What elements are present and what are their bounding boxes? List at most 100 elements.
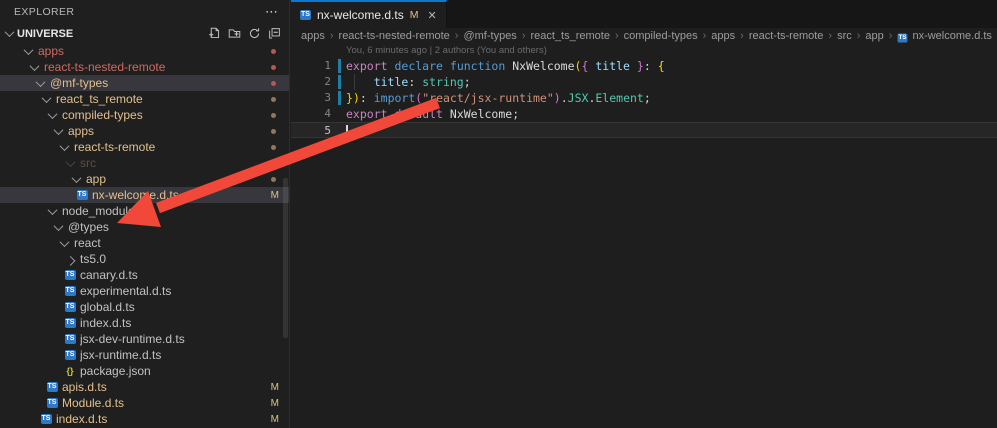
file-tree: appsreact-ts-nested-remote@mf-typesreact… (0, 43, 289, 427)
tree-item-canary-d-ts[interactable]: TScanary.d.ts (0, 267, 289, 283)
close-icon[interactable]: ✕ (427, 9, 436, 22)
tree-item-apis-d-ts[interactable]: TSapis.d.tsM (0, 379, 289, 395)
tree-item-index-d-ts[interactable]: TSindex.d.tsM (0, 411, 289, 427)
workspace-section-header[interactable]: UNIVERSE (0, 24, 289, 43)
tree-item-label: @types (68, 220, 109, 234)
sidebar-scrollbar[interactable] (283, 178, 288, 338)
code-editor[interactable]: You, 6 minutes ago | 2 authors (You and … (291, 44, 997, 428)
typescript-file-icon: TS (47, 398, 58, 408)
git-modified-badge: M (271, 382, 279, 393)
typescript-file-icon: TS (65, 270, 76, 280)
code-line-3[interactable]: 3}): import("react/jsx-runtime").JSX.Ele… (291, 90, 997, 106)
tree-item-label: package.json (80, 364, 151, 378)
editor-group: TS nx-welcome.d.ts M ✕ apps › react-ts-nes… (291, 0, 997, 428)
tree-item-jsx-runtime-d-ts[interactable]: TSjsx-runtime.d.ts (0, 347, 289, 363)
breadcrumb-separator: › (857, 30, 861, 42)
code-text: export default NxWelcome; (346, 106, 519, 122)
tree-item-experimental-d-ts[interactable]: TS experimental.d.ts (0, 283, 289, 299)
breadcrumb-separator: › (330, 30, 334, 42)
git-change-gutter (338, 91, 341, 105)
json-file-icon: {} (66, 366, 73, 376)
code-line-1[interactable]: 1 export declare function NxWelcome({ tit… (291, 58, 997, 74)
tree-item-label: index.d.ts (56, 412, 107, 426)
breadcrumb-item[interactable]: TSnx-welcome.d.ts (897, 30, 991, 43)
more-actions-icon[interactable]: ⋯ (265, 4, 279, 20)
breadcrumb-item[interactable]: apps (301, 30, 325, 42)
breadcrumb-separator: › (615, 30, 619, 42)
tree-item-compiled-types[interactable]: compiled-types (0, 107, 289, 123)
code-line-4[interactable]: 4export default NxWelcome; (291, 106, 997, 122)
text-cursor (346, 125, 348, 137)
tree-item-react-ts-remote[interactable]: react_ts_remote (0, 91, 289, 107)
code-line-2[interactable]: 2 title: string; (291, 74, 997, 90)
collapse-all-icon[interactable] (268, 27, 281, 40)
breadcrumb-item[interactable]: @mf-types (463, 30, 516, 42)
modified-badge: M (410, 9, 419, 21)
tree-item-label: node_modules (62, 204, 141, 218)
tree-item--types[interactable]: @types (0, 219, 289, 235)
code-text: title: string; (346, 74, 471, 90)
git-modified-badge: M (271, 398, 279, 409)
tree-item-label: experimental.d.ts (80, 284, 171, 298)
breadcrumb-item[interactable]: react-ts-nested-remote (339, 30, 450, 42)
tree-item-react[interactable]: react (0, 235, 289, 251)
tab-nx-welcome[interactable]: TS nx-welcome.d.ts M ✕ (291, 0, 447, 28)
chevron-down-icon (5, 27, 15, 37)
breadcrumb-separator: › (828, 30, 832, 42)
typescript-file-icon: TS (65, 302, 76, 312)
tree-item-label: apps (38, 44, 64, 58)
tree-item-label: jsx-dev-runtime.d.ts (80, 332, 185, 346)
new-folder-icon[interactable] (228, 27, 241, 40)
modified-children-dot (271, 177, 276, 182)
breadcrumb-item[interactable]: src (837, 30, 852, 42)
chevron-right-icon (65, 255, 75, 265)
breadcrumb-item[interactable]: compiled-types (624, 30, 698, 42)
new-file-icon[interactable] (208, 27, 221, 40)
typescript-file-icon: TS (65, 286, 76, 296)
breadcrumb-item[interactable]: apps (711, 30, 735, 42)
tree-item-jsx-dev-runtime-d-ts[interactable]: TSjsx-dev-runtime.d.ts (0, 331, 289, 347)
modified-children-dot (271, 81, 276, 86)
chevron-down-icon (59, 141, 69, 151)
breadcrumb-item[interactable]: app (865, 30, 883, 42)
typescript-icon: TS (898, 33, 908, 42)
tree-item-index-d-ts[interactable]: TSindex.d.ts (0, 315, 289, 331)
tree-item-nx-welcome-d-ts[interactable]: TSnx-welcome.d.tsM (0, 187, 289, 203)
tree-item-module-d-ts[interactable]: TS Module.d.ts M (0, 395, 289, 411)
modified-children-dot (271, 145, 276, 150)
chevron-down-icon (47, 205, 57, 215)
tab-bar: TS nx-welcome.d.ts M ✕ (291, 0, 997, 28)
tree-item-label: react-ts-nested-remote (44, 60, 165, 74)
tree-item-label: jsx-runtime.d.ts (80, 348, 161, 362)
refresh-icon[interactable] (248, 27, 261, 40)
breadcrumb-item[interactable]: react_ts_remote (530, 30, 609, 42)
breadcrumb-separator: › (703, 30, 707, 42)
chevron-down-icon (29, 61, 39, 71)
git-modified-badge: M (271, 190, 279, 201)
tree-item-global-d-ts[interactable]: TSglobal.d.ts (0, 299, 289, 315)
breadcrumb-item[interactable]: react-ts-remote (749, 30, 824, 42)
chevron-down-icon (41, 93, 51, 103)
chevron-down-icon (35, 77, 45, 87)
tree-item-react-ts-nested-remote[interactable]: react-ts-nested-remote (0, 59, 289, 75)
tree-item-label: @mf-types (50, 76, 108, 90)
code-line-5[interactable]: 5 (291, 122, 997, 138)
tree-item-label: compiled-types (62, 108, 143, 122)
tree-item-package-json[interactable]: {} package.json (0, 363, 289, 379)
tree-item-src[interactable]: src (0, 155, 289, 171)
tree-item-apps[interactable]: apps (0, 43, 289, 59)
tree-item-apps[interactable]: apps (0, 123, 289, 139)
code-text: export declare function NxWelcome({ titl… (346, 58, 665, 74)
tree-item-label: Module.d.ts (62, 396, 124, 410)
tree-item-react-ts-remote[interactable]: react-ts-remote (0, 139, 289, 155)
typescript-icon: TS (300, 10, 311, 20)
tree-item-app[interactable]: app (0, 171, 289, 187)
tree-item-label: apps (68, 124, 94, 138)
tree-item-ts5-0[interactable]: ts5.0 (0, 251, 289, 267)
blame-annotation: You, 6 minutes ago | 2 authors (You and … (291, 44, 997, 58)
chevron-down-icon (53, 125, 63, 135)
git-change-gutter (338, 59, 341, 73)
tree-item-node-modules[interactable]: node_modules (0, 203, 289, 219)
line-number: 1 (291, 58, 331, 74)
tree-item--mf-types[interactable]: @mf-types (0, 75, 289, 91)
